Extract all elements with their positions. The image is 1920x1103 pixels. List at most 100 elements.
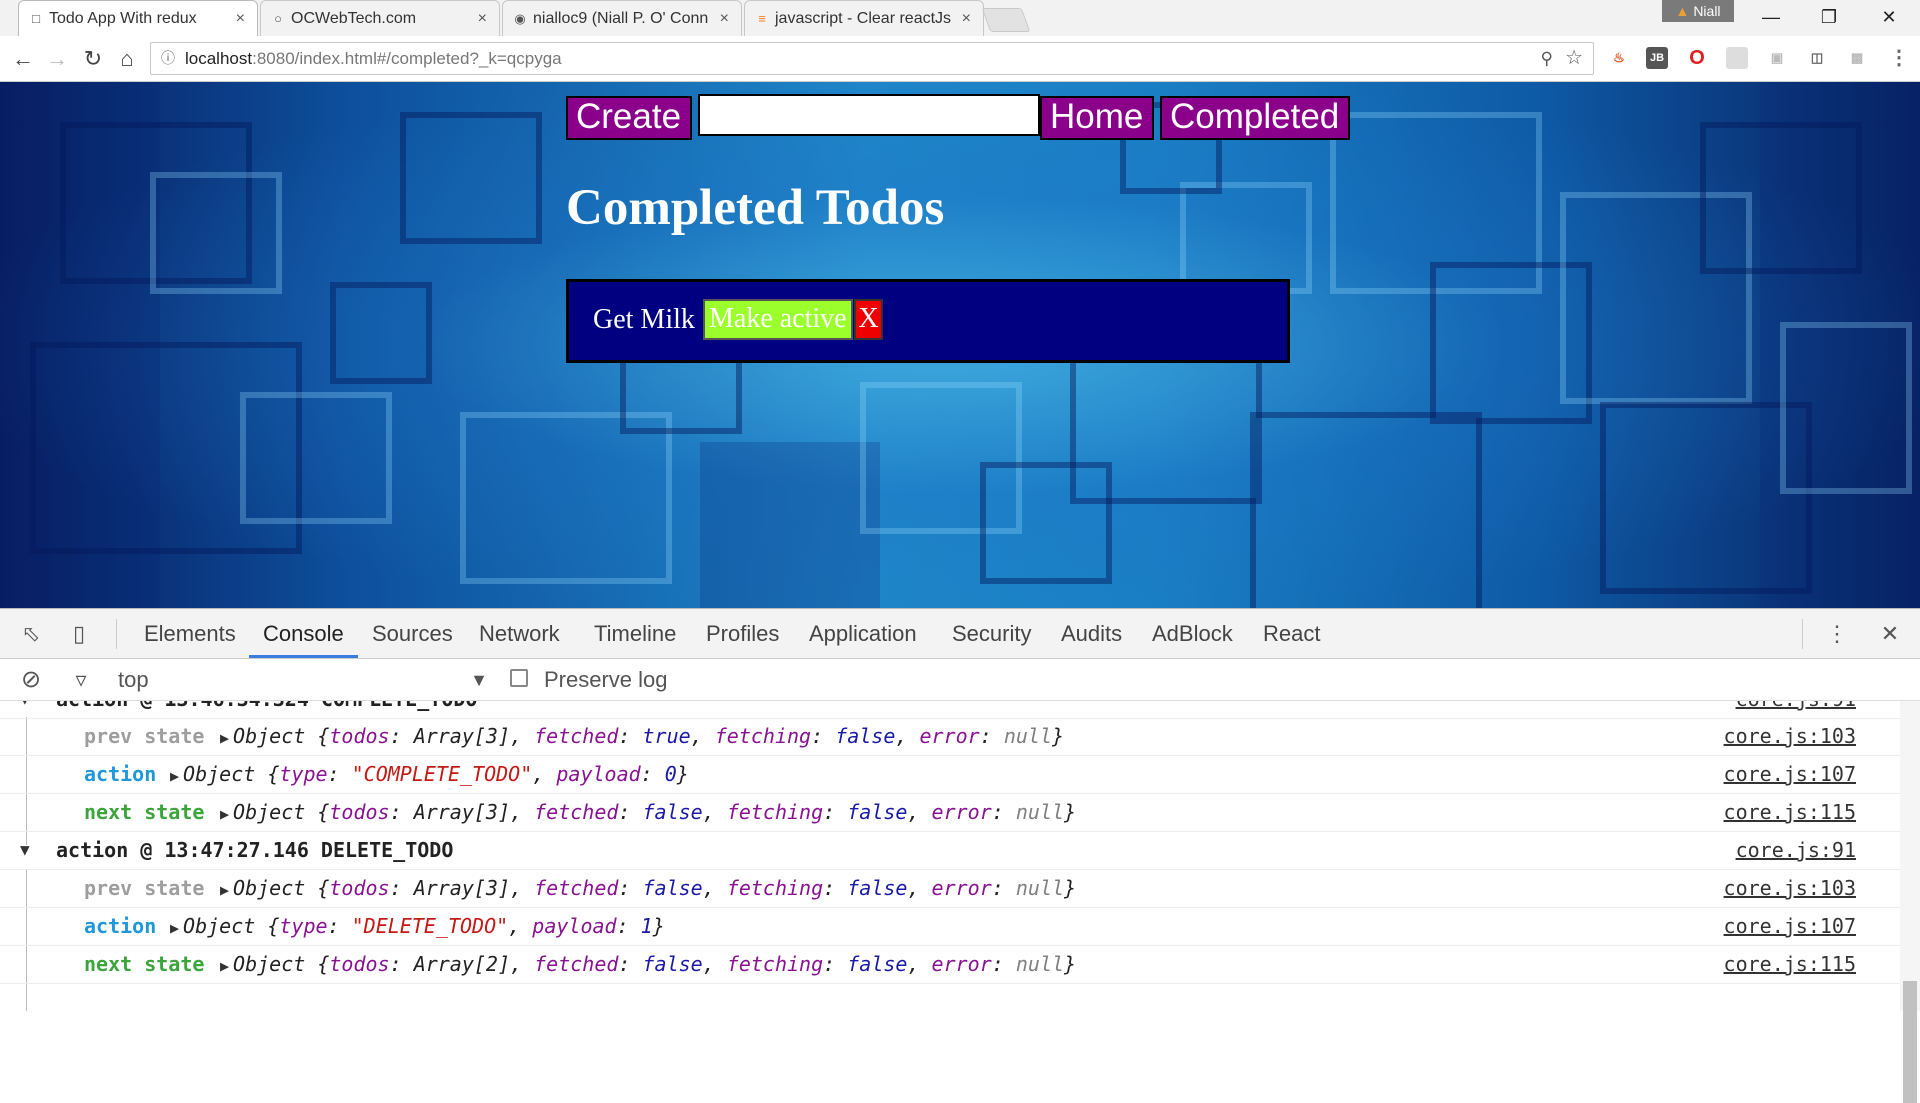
source-link[interactable]: core.js:103	[1724, 718, 1856, 754]
restore-icon[interactable]: ❐	[1806, 0, 1852, 36]
expand-triangle-icon: ▶	[220, 881, 230, 899]
devtools-tab-application[interactable]: Application	[795, 609, 931, 658]
group-title: action @ 13:47:27.146 DELETE_TODO	[56, 838, 454, 862]
browser-tab-github[interactable]: ◉ nialloc9 (Niall P. O' Conn ×	[502, 0, 742, 36]
cast-icon[interactable]: ◫	[1806, 47, 1828, 69]
devtools-tab-console[interactable]: Console	[249, 609, 358, 658]
home-icon[interactable]: ⌂	[110, 36, 144, 82]
object-preview[interactable]: ▶ Object {todos: Array[3], fetched: false…	[220, 870, 1076, 908]
log-label: prev state	[84, 876, 205, 900]
preserve-log-checkbox[interactable]	[510, 669, 528, 687]
expand-triangle-icon[interactable]: ▼	[20, 832, 30, 868]
console-row: action ▶ Object {type: "DELETE_TODO", pay…	[0, 908, 1900, 946]
object-preview[interactable]: ▶ Object {todos: Array[3], fetched: true,…	[220, 718, 1064, 756]
completed-button[interactable]: Completed	[1160, 96, 1350, 140]
devtools-tab-audits[interactable]: Audits	[1047, 609, 1136, 658]
delete-todo-button[interactable]: X	[854, 299, 883, 340]
browser-tab-stackoverflow[interactable]: ≡ javascript - Clear reactJs ×	[744, 0, 984, 36]
devtools-tab-elements[interactable]: Elements	[130, 609, 250, 658]
source-link[interactable]: core.js:91	[1736, 832, 1856, 868]
group-title: action @ 13:46:34.324 COMPLETE_TODO	[56, 701, 477, 717]
home-button[interactable]: Home	[1040, 96, 1154, 140]
reload-icon[interactable]: ↻	[76, 36, 110, 82]
forward-arrow-icon[interactable]: →	[40, 36, 74, 82]
console-scrollbar[interactable]	[1900, 701, 1920, 1103]
source-link[interactable]: core.js:107	[1724, 908, 1856, 944]
object-preview[interactable]: ▶ Object {type: "COMPLETE_TODO", payload:…	[170, 756, 689, 794]
source-link[interactable]: core.js:115	[1724, 794, 1856, 830]
devtools-tab-timeline[interactable]: Timeline	[580, 609, 690, 658]
devtools-tab-network[interactable]: Network	[465, 609, 574, 658]
extension-icon[interactable]: ▣	[1766, 47, 1788, 69]
url-path: :8080/index.html#/completed?_k=qcpyga	[252, 49, 562, 68]
zoom-icon[interactable]: ⚲	[1541, 43, 1553, 74]
tab-title: OCWebTech.com	[291, 10, 417, 27]
object-preview[interactable]: ▶ Object {todos: Array[2], fetched: false…	[220, 946, 1076, 984]
console-group-header[interactable]: ▼ action @ 13:46:34.324 COMPLETE_TODO co…	[0, 701, 1900, 719]
object-preview[interactable]: ▶ Object {type: "DELETE_TODO", payload: 1…	[170, 908, 665, 946]
log-label: next state	[84, 952, 205, 976]
context-value: top	[118, 667, 149, 692]
console-row: next state ▶ Object {todos: Array[2], fet…	[0, 946, 1900, 984]
stackoverflow-icon: ≡	[758, 11, 766, 26]
clear-console-icon[interactable]: ⊘	[18, 667, 44, 693]
tab-title: nialloc9 (Niall P. O' Conn	[533, 10, 709, 27]
extension-icon[interactable]: ▩	[1846, 47, 1868, 69]
devtools-tab-security[interactable]: Security	[938, 609, 1045, 658]
create-todo-input[interactable]	[698, 94, 1040, 136]
preserve-log-label: Preserve log	[544, 667, 668, 692]
expand-triangle-icon[interactable]: ▼	[20, 701, 30, 717]
browser-tab-todo-app[interactable]: □ Todo App With redux ×	[18, 0, 258, 36]
jb-extension-icon[interactable]: JB	[1646, 47, 1668, 69]
filter-icon[interactable]: ▿	[68, 667, 94, 693]
extension-icon[interactable]	[1726, 47, 1748, 69]
context-selector[interactable]: top ▼	[118, 659, 488, 701]
todo-item: Get Milk Make active X	[566, 279, 1290, 363]
source-link[interactable]: core.js:103	[1724, 870, 1856, 906]
tab-title: javascript - Clear reactJs	[775, 10, 952, 27]
profile-badge[interactable]: ▲ Niall	[1662, 0, 1734, 22]
device-toolbar-icon[interactable]: ▯	[66, 621, 92, 647]
console-group-header[interactable]: ▼ action @ 13:47:27.146 DELETE_TODO core…	[0, 832, 1900, 870]
expand-triangle-icon: ▶	[220, 805, 230, 823]
todo-text: Get Milk	[593, 304, 695, 335]
source-link[interactable]: core.js:91	[1736, 701, 1856, 717]
close-icon[interactable]: ×	[720, 1, 729, 36]
source-link[interactable]: core.js:107	[1724, 756, 1856, 792]
scrollbar-thumb[interactable]	[1903, 981, 1917, 1103]
devtools-tab-profiles[interactable]: Profiles	[692, 609, 793, 658]
devtools-tab-react[interactable]: React	[1249, 609, 1334, 658]
source-link[interactable]: core.js:115	[1724, 946, 1856, 982]
close-icon[interactable]: ×	[962, 1, 971, 36]
log-label: prev state	[84, 724, 205, 748]
close-icon[interactable]: ×	[236, 1, 245, 36]
globe-icon: ○	[274, 11, 282, 26]
page-title: Completed Todos	[566, 180, 945, 236]
devtools-tab-sources[interactable]: Sources	[358, 609, 467, 658]
close-icon[interactable]: ×	[478, 1, 487, 36]
expand-triangle-icon: ▶	[170, 767, 180, 785]
make-active-button[interactable]: Make active	[703, 299, 853, 340]
inspect-element-icon[interactable]: ⬁	[18, 621, 44, 647]
back-arrow-icon[interactable]: ←	[6, 36, 40, 82]
browser-toolbar: ← → ↻ ⌂ ⓘ localhost:8080/index.html#/com…	[0, 36, 1920, 82]
console-output: ▼ action @ 13:46:34.324 COMPLETE_TODO co…	[0, 701, 1900, 1011]
devtools-menu-icon[interactable]: ⋮	[1824, 621, 1850, 647]
devtools-tab-adblock[interactable]: AdBlock	[1138, 609, 1247, 658]
window-close-icon[interactable]: ✕	[1866, 0, 1912, 36]
devtools-close-icon[interactable]: ✕	[1877, 621, 1903, 647]
minimize-icon[interactable]: —	[1748, 0, 1794, 36]
object-preview[interactable]: ▶ Object {todos: Array[3], fetched: false…	[220, 794, 1076, 832]
browser-tab-ocwebtech[interactable]: ○ OCWebTech.com ×	[260, 0, 500, 36]
log-label: action	[84, 914, 157, 938]
address-bar[interactable]: ⓘ localhost:8080/index.html#/completed?_…	[150, 42, 1594, 75]
opera-extension-icon[interactable]: O	[1686, 47, 1708, 69]
console-row: prev state ▶ Object {todos: Array[3], fet…	[0, 718, 1900, 756]
fire-extension-icon[interactable]: ♨	[1608, 47, 1630, 69]
bookmark-star-icon[interactable]: ☆	[1565, 43, 1583, 74]
info-icon: ⓘ	[161, 50, 175, 66]
new-tab-button[interactable]	[981, 8, 1031, 32]
url-host: localhost	[185, 49, 253, 68]
browser-menu-icon[interactable]: ⋮	[1888, 47, 1910, 69]
create-button[interactable]: Create	[566, 96, 692, 140]
